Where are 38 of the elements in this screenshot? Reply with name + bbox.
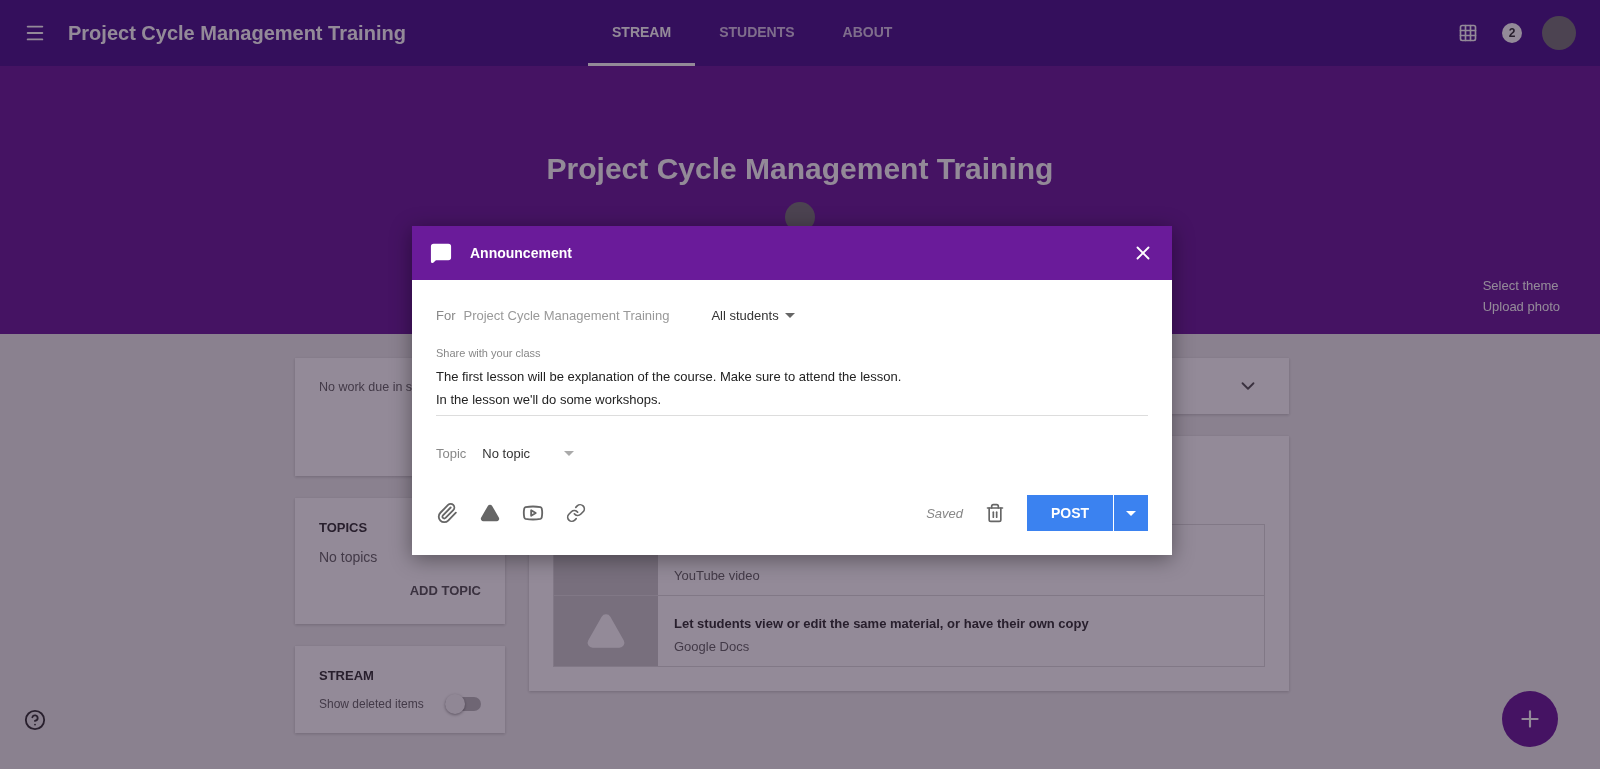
topic-label: Topic <box>436 446 467 461</box>
apps-grid-icon[interactable] <box>1458 23 1478 43</box>
dialog-title: Announcement <box>470 245 573 261</box>
caret-icon <box>1126 510 1136 516</box>
topic-dropdown[interactable]: No topic <box>482 446 575 461</box>
material-type: YouTube video <box>674 568 760 583</box>
toggle-switch[interactable] <box>445 697 481 711</box>
material-title: Let students view or edit the same material, or have their own copy <box>674 616 1089 631</box>
class-title: Project Cycle Management Training <box>68 21 407 45</box>
saved-status: Saved <box>926 505 963 521</box>
option-label: Show deleted items <box>319 697 424 711</box>
banner-link[interactable]: Upload photo <box>1482 299 1560 314</box>
attach-icon[interactable] <box>436 502 458 524</box>
material-item[interactable]: Let students view or edit the same material, or have their own copy Google Docs <box>553 596 1265 667</box>
caret-icon <box>564 451 575 456</box>
topics-heading: TOPICS <box>319 520 369 535</box>
nav-tab[interactable]: ABOUT <box>818 0 917 66</box>
message-icon <box>430 242 452 264</box>
delete-icon[interactable] <box>985 503 1005 523</box>
field-label: Share with your class <box>436 347 542 359</box>
announcement-text-field[interactable]: The first lesson will be explanation of the course. Make sure to attend the lesson. In the lesson we'll do some workshops. <box>436 359 1148 416</box>
upcoming-text: No work due in s <box>319 380 414 394</box>
add-button[interactable] <box>1502 691 1558 747</box>
stream-heading: STREAM <box>319 668 375 683</box>
caret-icon <box>784 313 795 318</box>
add-topic-button[interactable]: ADD TOPIC <box>409 579 481 602</box>
banner-title: Project Cycle Management Training <box>546 152 1054 186</box>
link-icon[interactable] <box>566 503 586 523</box>
for-label: For <box>436 308 456 323</box>
help-icon[interactable] <box>24 709 46 731</box>
topics-empty-text: No topics <box>319 549 379 565</box>
audience-dropdown[interactable]: All students <box>711 308 795 323</box>
nav-tab[interactable]: STUDENTS <box>695 0 819 66</box>
notification-badge[interactable]: 2 <box>1502 23 1522 43</box>
class-name: Project Cycle Management Training <box>463 308 670 323</box>
banner-link[interactable]: Select theme <box>1482 278 1560 293</box>
post-button[interactable]: POST <box>1027 495 1113 531</box>
material-type: Google Docs <box>674 639 751 654</box>
